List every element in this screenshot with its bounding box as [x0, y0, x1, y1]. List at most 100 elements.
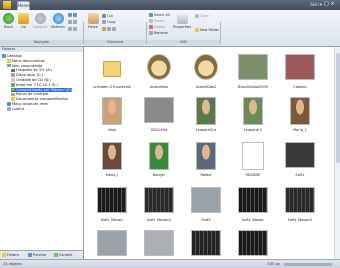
file-item[interactable]: AvatarDeo2	[186, 51, 226, 91]
sort-toggle-row[interactable]	[68, 27, 78, 32]
file-name: AvatarDeo2	[195, 85, 217, 89]
content-icon	[54, 253, 58, 257]
refresh-icon	[52, 13, 64, 24]
select-all-button[interactable]: Select All	[149, 13, 170, 18]
tree-item-label: Meu computador	[12, 63, 43, 68]
file-item[interactable]	[186, 227, 226, 256]
minimize-button[interactable]: –	[318, 1, 323, 7]
forward-button[interactable]: Forward	[32, 13, 48, 29]
file-name: Mario_l	[105, 173, 119, 177]
view-toggle-row[interactable]	[68, 13, 78, 18]
rename-label: Rename	[154, 31, 168, 35]
delete-button[interactable]: Delete	[149, 25, 165, 30]
back-button[interactable]: Back	[2, 13, 15, 29]
network-drive-icon	[11, 87, 15, 92]
tree-item-label: Documentos compartilhados	[16, 97, 68, 102]
file-item[interactable]: BrasilGlobal2009	[233, 51, 273, 91]
tab-content[interactable]: Content	[54, 253, 73, 258]
app-icon[interactable]	[3, 1, 11, 9]
tree-item[interactable]: Lixeira	[7, 107, 24, 112]
file-item[interactable]: Soft1	[280, 139, 320, 179]
file-name: Soft1 Mosaic2	[287, 218, 313, 222]
ribbon-separator	[220, 22, 221, 44]
file-item[interactable]: Leopardi 5	[233, 94, 273, 134]
file-item[interactable]: Rafael	[186, 139, 226, 179]
paste-special-icon	[102, 27, 106, 31]
vertical-scrollbar[interactable]	[334, 47, 340, 259]
new-folder-button[interactable]: New Folder	[195, 28, 219, 33]
file-item[interactable]	[233, 227, 273, 256]
delete-icon	[149, 25, 153, 29]
file-item[interactable]: Soft2	[186, 184, 226, 224]
file-name: Soft1 Mosaic2	[146, 218, 172, 222]
file-item[interactable]: Soft1 Mosaic2	[139, 184, 179, 224]
file-item[interactable]: Soft1 Mosaic	[233, 184, 273, 224]
maximize-button[interactable]: □	[324, 1, 329, 7]
rename-button[interactable]: Rename	[149, 31, 168, 36]
file-name: Ranger	[152, 173, 166, 177]
zoom-slider[interactable]	[284, 262, 332, 266]
sort-icon	[68, 27, 72, 31]
file-item[interactable]: DSC0094	[139, 94, 179, 134]
open-label: Open	[200, 14, 210, 18]
thumbnail-image	[102, 97, 122, 125]
file-item[interactable]: Soft1 Mosaic	[92, 184, 132, 224]
tab-folders-label: Folders	[7, 253, 20, 257]
thumbnail-image	[191, 230, 221, 256]
tree-item-label: Compartilhado em 'Marvin' (Z:)	[16, 87, 73, 92]
refresh-button[interactable]: Refresh	[50, 13, 66, 29]
tab-preview[interactable]: Preview	[28, 253, 46, 258]
file-name: Soft1 Mosaic	[100, 218, 124, 222]
invert-button[interactable]: Invert	[149, 19, 164, 24]
file-item[interactable]: Mario_l	[92, 139, 132, 179]
file-item[interactable]: README	[233, 139, 273, 179]
up-folder-icon	[18, 13, 29, 24]
file-item[interactable]: AvatarDeo	[139, 51, 179, 91]
layout-toggle-row[interactable]	[68, 20, 78, 25]
delete-label: Delete	[154, 25, 166, 29]
tab-folders[interactable]: Folders	[2, 253, 19, 258]
copy-label: Copy	[107, 20, 116, 24]
tree-item-label: Painel de controle	[16, 92, 49, 97]
folder-icon	[103, 61, 121, 77]
thumbnail-image	[196, 142, 216, 170]
open-button[interactable]: Open	[195, 14, 209, 19]
cut-label: Cut	[107, 14, 113, 18]
file-item[interactable]: Dabi	[92, 94, 132, 134]
clipboard-extra-row[interactable]	[102, 27, 117, 32]
paste-button[interactable]: Paste	[86, 13, 100, 29]
file-name: README	[245, 173, 261, 177]
up-button[interactable]: Up	[17, 13, 30, 29]
select-all-label: Select All	[154, 13, 170, 17]
invert-icon	[149, 19, 153, 23]
cut-button[interactable]: Cut	[102, 14, 113, 19]
file-item[interactable]: Leopardi3.a	[186, 94, 226, 134]
tab-home[interactable]: Home	[17, 1, 30, 10]
file-view: unibdam.0.9.portable AvatarDeo AvatarDeo2 B…	[84, 47, 340, 259]
file-item[interactable]: unibdam.0.9.portable	[92, 51, 132, 91]
file-item[interactable]	[139, 227, 179, 256]
file-item[interactable]: Catalan	[280, 51, 320, 91]
thumbnail-image	[285, 187, 315, 213]
properties-button[interactable]: Properties	[172, 13, 192, 29]
trash-icon	[7, 107, 11, 111]
copy-button[interactable]: Copy	[102, 20, 116, 25]
scrollbar-thumb[interactable]	[335, 53, 340, 163]
group-label-navigate: Navigate	[0, 40, 83, 45]
close-button[interactable]: ×	[330, 1, 335, 7]
view-icon	[73, 13, 77, 17]
thumbnail-image	[242, 142, 264, 170]
tree-item-label: temp em 'F1C.10.1 (E:)'	[16, 82, 59, 87]
file-item[interactable]	[92, 227, 132, 256]
thumbnail-image	[144, 97, 174, 123]
tree-item-label: Disquete de 3½ (A:)	[16, 68, 53, 73]
file-item[interactable]: Soft1 Mosaic2	[280, 184, 320, 224]
copy-icon	[102, 20, 106, 24]
tree-item-label: Meus documentos	[12, 58, 45, 63]
thumbnail-image	[191, 187, 221, 213]
folders-pane-title: Folders	[2, 47, 15, 51]
file-item[interactable]: Mario_2	[280, 94, 320, 134]
file-name: Rafael	[200, 173, 212, 177]
tree-item-label: Meus locais de rede	[12, 102, 48, 106]
file-item[interactable]: Ranger	[139, 139, 179, 179]
